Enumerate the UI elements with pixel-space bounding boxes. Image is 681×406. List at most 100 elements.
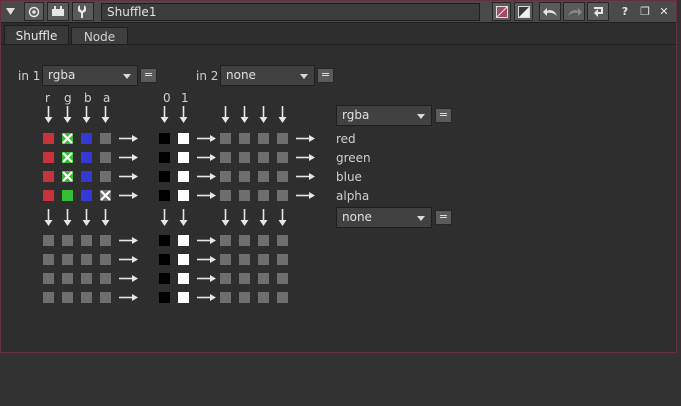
toggle-alpha-from-in1-col-2[interactable]: [81, 190, 92, 201]
toggle-alpha-from-in2-col-2[interactable]: [258, 190, 269, 201]
toggle-green-from-in2-col-3[interactable]: [277, 152, 288, 163]
toggle-green-from-in2-col-1[interactable]: [239, 152, 250, 163]
in1-equals-button[interactable]: =: [140, 68, 157, 83]
toggle-out2-row-0-in2-col-3[interactable]: [277, 235, 288, 246]
toggle-red-from-in2-col-0[interactable]: [220, 133, 231, 144]
toggle-out2-row-0-in2-col-1[interactable]: [239, 235, 250, 246]
toggle-alpha-from-in1-col-1[interactable]: [62, 190, 73, 201]
toggle-red-from-in1-col-1[interactable]: [62, 133, 73, 144]
node-icon[interactable]: [47, 2, 69, 21]
toggle-blue-zero[interactable]: [159, 171, 170, 182]
toggle-blue-one[interactable]: [178, 171, 189, 182]
toggle-out2-row-1-in1-col-3[interactable]: [100, 254, 111, 265]
toggle-red-from-in2-col-2[interactable]: [258, 133, 269, 144]
toggle-blue-from-in1-col-1[interactable]: [62, 171, 73, 182]
toggle-alpha-zero[interactable]: [159, 190, 170, 201]
in1-dropdown[interactable]: rgba: [42, 65, 138, 86]
toggle-out2-row-3-in2-col-3[interactable]: [277, 292, 288, 303]
toggle-red-zero[interactable]: [159, 133, 170, 144]
toggle-out2-row-1-in2-col-0[interactable]: [220, 254, 231, 265]
toggle-out2-row-0-in2-col-0[interactable]: [220, 235, 231, 246]
in2-dropdown[interactable]: none: [220, 65, 315, 86]
toggle-blue-from-in2-col-3[interactable]: [277, 171, 288, 182]
toggle-out2-row-0-in1-col-0[interactable]: [43, 235, 54, 246]
toggle-red-from-in2-col-3[interactable]: [277, 133, 288, 144]
toggle-out2-row-2-in1-col-1[interactable]: [62, 273, 73, 284]
toggle-alpha-from-in2-col-3[interactable]: [277, 190, 288, 201]
tab-node[interactable]: Node: [71, 27, 128, 45]
toggle-out2-row-3-in1-col-3[interactable]: [100, 292, 111, 303]
toggle-out2-row-0-zero[interactable]: [159, 235, 170, 246]
toggle-out2-row-3-in1-col-0[interactable]: [43, 292, 54, 303]
toggle-out2-row-3-one[interactable]: [178, 292, 189, 303]
out1-dropdown[interactable]: rgba: [336, 105, 432, 126]
toggle-green-from-in1-col-2[interactable]: [81, 152, 92, 163]
toggle-blue-from-in1-col-0[interactable]: [43, 171, 54, 182]
toggle-out2-row-0-one[interactable]: [178, 235, 189, 246]
collapse-arrow-icon[interactable]: [3, 2, 17, 21]
toggle-red-from-in1-col-2[interactable]: [81, 133, 92, 144]
wrench-icon[interactable]: [72, 2, 94, 21]
out2-dropdown[interactable]: none: [336, 207, 432, 228]
toggle-out2-row-1-in1-col-0[interactable]: [43, 254, 54, 265]
toggle-out2-row-2-in1-col-2[interactable]: [81, 273, 92, 284]
split-color-icon[interactable]: [514, 2, 533, 21]
toggle-blue-from-in2-col-1[interactable]: [239, 171, 250, 182]
toggle-green-from-in2-col-2[interactable]: [258, 152, 269, 163]
toggle-alpha-one[interactable]: [178, 190, 189, 201]
toggle-out2-row-2-one[interactable]: [178, 273, 189, 284]
toggle-out2-row-0-in1-col-1[interactable]: [62, 235, 73, 246]
toggle-out2-row-3-in2-col-1[interactable]: [239, 292, 250, 303]
toggle-out2-row-1-one[interactable]: [178, 254, 189, 265]
viewer-icon[interactable]: [24, 2, 44, 21]
toggle-alpha-from-in2-col-1[interactable]: [239, 190, 250, 201]
toggle-out2-row-3-in1-col-2[interactable]: [81, 292, 92, 303]
toggle-red-from-in2-col-1[interactable]: [239, 133, 250, 144]
toggle-blue-from-in1-col-3[interactable]: [100, 171, 111, 182]
toggle-blue-from-in1-col-2[interactable]: [81, 171, 92, 182]
out2-equals-button[interactable]: =: [435, 210, 452, 225]
toggle-green-zero[interactable]: [159, 152, 170, 163]
toggle-out2-row-0-in1-col-3[interactable]: [100, 235, 111, 246]
toggle-red-from-in1-col-3[interactable]: [100, 133, 111, 144]
close-icon[interactable]: ✕: [657, 2, 671, 21]
toggle-out2-row-3-in2-col-0[interactable]: [220, 292, 231, 303]
toggle-out2-row-2-in2-col-1[interactable]: [239, 273, 250, 284]
toggle-out2-row-3-in2-col-2[interactable]: [258, 292, 269, 303]
toggle-green-from-in1-col-0[interactable]: [43, 152, 54, 163]
toggle-out2-row-1-zero[interactable]: [159, 254, 170, 265]
toggle-green-from-in2-col-0[interactable]: [220, 152, 231, 163]
toggle-out2-row-1-in2-col-1[interactable]: [239, 254, 250, 265]
toggle-out2-row-2-in1-col-0[interactable]: [43, 273, 54, 284]
toggle-out2-row-2-in2-col-0[interactable]: [220, 273, 231, 284]
toggle-out2-row-2-in2-col-2[interactable]: [258, 273, 269, 284]
toggle-alpha-from-in1-col-3[interactable]: [100, 190, 111, 201]
float-icon[interactable]: ❐: [638, 2, 652, 21]
toggle-out2-row-1-in1-col-2[interactable]: [81, 254, 92, 265]
toggle-out2-row-0-in1-col-2[interactable]: [81, 235, 92, 246]
in2-equals-button[interactable]: =: [317, 68, 334, 83]
toggle-alpha-from-in2-col-0[interactable]: [220, 190, 231, 201]
redo-icon[interactable]: [563, 2, 585, 21]
color-swatch-icon[interactable]: [492, 2, 511, 21]
toggle-out2-row-2-zero[interactable]: [159, 273, 170, 284]
toggle-out2-row-3-zero[interactable]: [159, 292, 170, 303]
undo-icon[interactable]: [539, 2, 561, 21]
node-name-field[interactable]: Shuffle1: [101, 3, 480, 21]
toggle-out2-row-0-in2-col-2[interactable]: [258, 235, 269, 246]
toggle-red-from-in1-col-0[interactable]: [43, 133, 54, 144]
toggle-green-from-in1-col-3[interactable]: [100, 152, 111, 163]
toggle-alpha-from-in1-col-0[interactable]: [43, 190, 54, 201]
toggle-blue-from-in2-col-2[interactable]: [258, 171, 269, 182]
toggle-out2-row-2-in1-col-3[interactable]: [100, 273, 111, 284]
revert-icon[interactable]: [587, 2, 609, 21]
toggle-out2-row-2-in2-col-3[interactable]: [277, 273, 288, 284]
toggle-out2-row-1-in1-col-1[interactable]: [62, 254, 73, 265]
toggle-red-one[interactable]: [178, 133, 189, 144]
toggle-green-from-in1-col-1[interactable]: [62, 152, 73, 163]
toggle-blue-from-in2-col-0[interactable]: [220, 171, 231, 182]
toggle-out2-row-1-in2-col-3[interactable]: [277, 254, 288, 265]
out1-equals-button[interactable]: =: [435, 108, 452, 123]
help-icon[interactable]: ?: [618, 2, 632, 21]
toggle-out2-row-3-in1-col-1[interactable]: [62, 292, 73, 303]
